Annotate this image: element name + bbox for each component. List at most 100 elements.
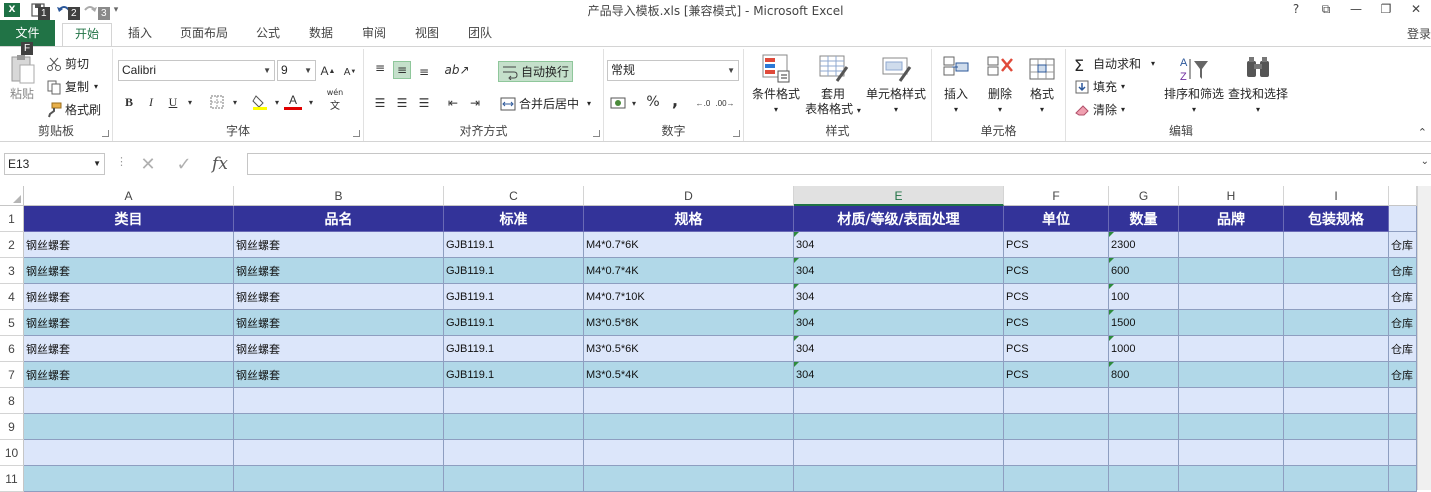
table-cell[interactable] bbox=[1179, 466, 1284, 492]
row-header[interactable]: 7 bbox=[0, 362, 24, 388]
table-cell[interactable] bbox=[1179, 440, 1284, 466]
wrap-text-button[interactable]: 自动换行 bbox=[498, 61, 574, 82]
table-cell[interactable]: 钢丝螺套 bbox=[234, 336, 444, 362]
table-cell[interactable] bbox=[1004, 414, 1109, 440]
table-cell[interactable]: GJB119.1 bbox=[444, 336, 584, 362]
column-header-i[interactable]: I bbox=[1284, 186, 1389, 206]
column-header-g[interactable]: G bbox=[1109, 186, 1179, 206]
table-cell[interactable] bbox=[1284, 310, 1389, 336]
tab-review[interactable]: 审阅 bbox=[356, 23, 392, 46]
header-cell[interactable]: 规格 bbox=[584, 206, 794, 232]
cut-button[interactable]: 剪切 bbox=[46, 55, 89, 72]
table-cell[interactable]: 钢丝螺套 bbox=[24, 258, 234, 284]
table-cell[interactable]: 1500 bbox=[1109, 310, 1179, 336]
table-cell[interactable]: 钢丝螺套 bbox=[24, 232, 234, 258]
table-cell[interactable] bbox=[1179, 284, 1284, 310]
cancel-icon[interactable]: ✕ bbox=[130, 154, 166, 175]
table-cell[interactable]: 仓库 bbox=[1389, 336, 1417, 362]
table-cell[interactable]: M3*0.5*6K bbox=[584, 336, 794, 362]
tab-data[interactable]: 数据 bbox=[303, 23, 339, 46]
table-cell[interactable] bbox=[1284, 362, 1389, 388]
align-middle-icon[interactable]: ≡ bbox=[393, 61, 411, 79]
format-painter-button[interactable]: 格式刷 bbox=[46, 101, 101, 118]
table-cell[interactable] bbox=[1284, 336, 1389, 362]
table-cell[interactable]: 钢丝螺套 bbox=[24, 362, 234, 388]
row-header[interactable]: 1 bbox=[0, 206, 24, 232]
row-header[interactable]: 4 bbox=[0, 284, 24, 310]
clear-button[interactable]: 清除 ▾ bbox=[1074, 101, 1125, 118]
table-cell[interactable] bbox=[444, 466, 584, 492]
table-cell[interactable]: GJB119.1 bbox=[444, 232, 584, 258]
ribbon-display-button[interactable]: ⧉ bbox=[1311, 0, 1341, 18]
align-top-icon[interactable]: ≡ bbox=[371, 59, 389, 77]
table-cell[interactable] bbox=[1389, 414, 1417, 440]
sign-in-link[interactable]: 登录 bbox=[1407, 25, 1431, 42]
underline-dropdown[interactable]: ▾ bbox=[181, 93, 199, 111]
table-cell[interactable] bbox=[1179, 232, 1284, 258]
tab-insert[interactable]: 插入 bbox=[122, 23, 158, 46]
table-cell[interactable] bbox=[584, 466, 794, 492]
column-header-f[interactable]: F bbox=[1004, 186, 1109, 206]
table-cell[interactable] bbox=[1389, 388, 1417, 414]
table-cell[interactable]: GJB119.1 bbox=[444, 284, 584, 310]
table-cell[interactable]: M3*0.5*4K bbox=[584, 362, 794, 388]
tab-formulas[interactable]: 公式 bbox=[250, 23, 286, 46]
column-header-h[interactable]: H bbox=[1179, 186, 1284, 206]
font-name-combo[interactable]: Calibri ▼ bbox=[118, 60, 275, 81]
name-box[interactable]: E13 ▼ bbox=[4, 153, 105, 175]
decrease-decimal-icon[interactable]: .00→ bbox=[715, 94, 734, 112]
cell-styles-button[interactable]: 单元格样式 ▾ bbox=[864, 53, 928, 117]
table-cell[interactable]: 钢丝螺套 bbox=[24, 336, 234, 362]
header-cell[interactable]: 单位 bbox=[1004, 206, 1109, 232]
restore-button[interactable]: ❐ bbox=[1371, 0, 1401, 18]
borders-dropdown[interactable]: ▾ bbox=[226, 93, 244, 111]
header-cell[interactable]: 品牌 bbox=[1179, 206, 1284, 232]
table-cell[interactable] bbox=[24, 440, 234, 466]
fill-color-icon[interactable] bbox=[251, 93, 269, 111]
header-cell[interactable]: 品名 bbox=[234, 206, 444, 232]
grow-font-button[interactable]: A ▲ bbox=[319, 62, 337, 80]
table-cell[interactable]: 100 bbox=[1109, 284, 1179, 310]
select-all-button[interactable] bbox=[0, 186, 24, 206]
column-header-d[interactable]: D bbox=[584, 186, 794, 206]
table-cell[interactable]: M4*0.7*10K bbox=[584, 284, 794, 310]
collapse-ribbon-icon[interactable]: ⌃ bbox=[1418, 126, 1427, 139]
expand-formula-bar-icon[interactable]: ⌄ bbox=[1421, 156, 1429, 167]
table-cell[interactable] bbox=[1284, 284, 1389, 310]
table-cell[interactable] bbox=[1284, 466, 1389, 492]
table-cell[interactable]: 304 bbox=[794, 258, 1004, 284]
table-cell[interactable]: 钢丝螺套 bbox=[234, 258, 444, 284]
column-header-c[interactable]: C bbox=[444, 186, 584, 206]
insert-cells-button[interactable]: 插入 ▾ bbox=[936, 53, 976, 117]
table-cell[interactable]: M3*0.5*8K bbox=[584, 310, 794, 336]
table-cell[interactable]: 钢丝螺套 bbox=[234, 232, 444, 258]
currency-dropdown[interactable]: ▾ bbox=[625, 94, 643, 112]
table-cell[interactable] bbox=[1004, 466, 1109, 492]
minimize-button[interactable]: — bbox=[1341, 0, 1371, 18]
row-header[interactable]: 11 bbox=[0, 466, 24, 492]
insert-function-icon[interactable]: fx bbox=[202, 154, 238, 174]
table-cell[interactable]: 仓库 bbox=[1389, 362, 1417, 388]
table-cell[interactable] bbox=[794, 466, 1004, 492]
table-cell[interactable]: 304 bbox=[794, 310, 1004, 336]
table-cell[interactable]: 钢丝螺套 bbox=[234, 284, 444, 310]
table-cell[interactable] bbox=[794, 388, 1004, 414]
header-cell[interactable]: 数量 bbox=[1109, 206, 1179, 232]
table-cell[interactable] bbox=[1109, 440, 1179, 466]
table-cell[interactable]: GJB119.1 bbox=[444, 362, 584, 388]
orientation-icon[interactable]: ab↗ bbox=[444, 61, 469, 79]
table-cell[interactable] bbox=[794, 440, 1004, 466]
table-cell[interactable] bbox=[1389, 206, 1417, 232]
italic-button[interactable]: I bbox=[142, 93, 160, 111]
alignment-launcher-icon[interactable] bbox=[593, 130, 600, 137]
header-cell[interactable]: 标准 bbox=[444, 206, 584, 232]
table-cell[interactable] bbox=[1109, 414, 1179, 440]
underline-button[interactable]: U bbox=[164, 93, 182, 111]
table-cell[interactable] bbox=[1284, 414, 1389, 440]
row-header[interactable]: 3 bbox=[0, 258, 24, 284]
close-button[interactable]: ✕ bbox=[1401, 0, 1431, 18]
table-cell[interactable]: GJB119.1 bbox=[444, 258, 584, 284]
table-cell[interactable]: 钢丝螺套 bbox=[24, 284, 234, 310]
table-cell[interactable] bbox=[794, 414, 1004, 440]
table-cell[interactable] bbox=[584, 414, 794, 440]
